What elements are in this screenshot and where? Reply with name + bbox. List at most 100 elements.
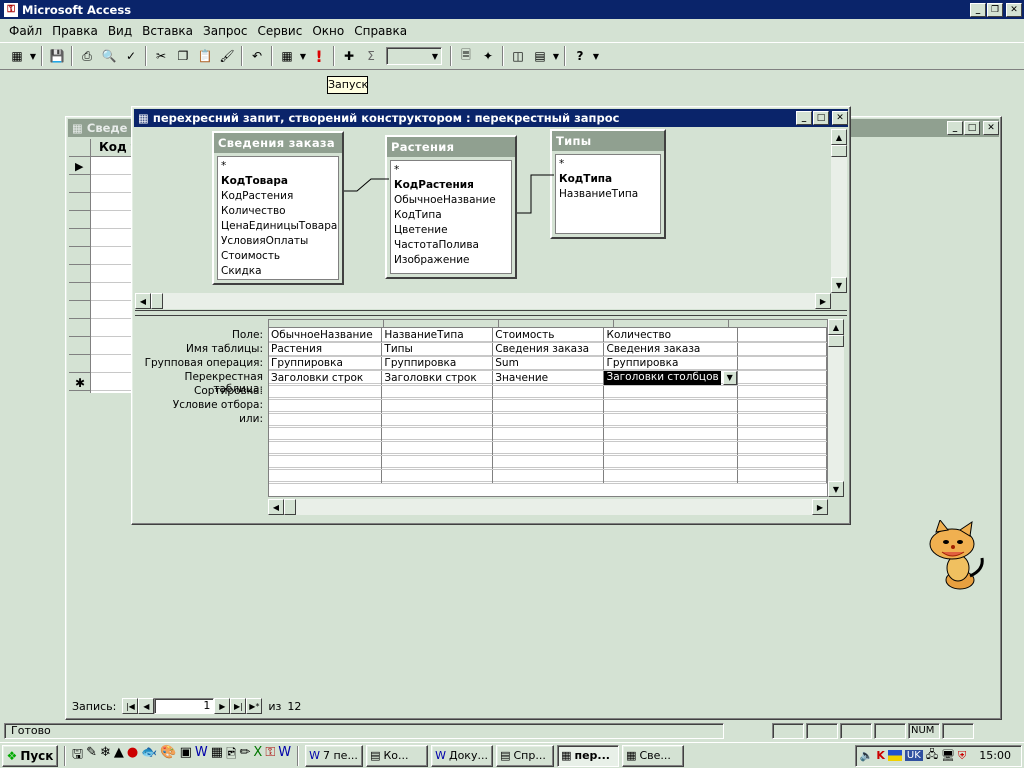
first-record-button[interactable]: |◀ [122,698,139,714]
grid-cell[interactable]: ОбычноеНазвание [269,328,383,343]
image-icon[interactable]: ▣ [180,745,192,767]
grid-cell[interactable]: НазваниеТипа [381,328,494,343]
grid-cell[interactable] [737,427,827,442]
grid-cell[interactable] [269,469,383,484]
circle-icon[interactable]: ● [127,745,138,767]
restore-button[interactable]: ❐ [987,2,1003,17]
desktop-icon[interactable]: 🖫 [72,745,83,767]
format-painter-icon[interactable]: 🖌 [216,45,238,67]
taskbar-item[interactable]: W Доку... [431,744,494,767]
start-button[interactable]: ❖ Пуск [2,744,58,767]
grid-cell[interactable]: Группировка [269,356,383,371]
menu-help[interactable]: Справка [354,24,407,38]
dropdown-arrow-icon[interactable]: ▼ [591,45,601,67]
print-preview-icon[interactable]: 🔍 [98,45,120,67]
scroll-down-icon[interactable]: ▼ [828,481,844,497]
next-record-button[interactable]: ▶ [214,698,231,714]
minimize-button[interactable]: _ [947,121,963,135]
grid-cell[interactable] [737,441,827,456]
scroll-left-icon[interactable]: ◀ [135,293,151,309]
grid-cell[interactable] [269,455,383,470]
query-type-icon[interactable]: ▦ [276,45,298,67]
grid-vscroll[interactable]: ▲ ▼ [828,319,844,497]
grid-cell[interactable] [492,399,605,414]
minimize-button[interactable]: _ [970,2,986,17]
scroll-up-icon[interactable]: ▲ [831,129,847,145]
taskbar-item[interactable]: ▤ Спр... [496,744,555,767]
volume-icon[interactable]: 🔈 [860,749,874,762]
grid-cell[interactable] [492,469,605,484]
view-icon[interactable]: ▦ [6,45,28,67]
new-record-button[interactable]: ▶* [246,698,263,714]
print-icon[interactable]: ⎙ [76,45,98,67]
show-table-icon[interactable]: ✚ [338,45,360,67]
dropdown-arrow-icon[interactable]: ▼ [298,45,308,67]
grid-cell[interactable] [492,413,605,428]
database-window-icon[interactable]: ◫ [507,45,529,67]
grid-cell[interactable] [381,469,494,484]
word-icon[interactable]: W [195,745,208,767]
dropdown-arrow-icon[interactable]: ▼ [28,45,38,67]
cut-icon[interactable]: ✂ [150,45,172,67]
grid-cell[interactable] [381,455,494,470]
pane-splitter[interactable] [135,310,847,316]
grid-cell[interactable]: Сведения заказа [603,342,738,357]
grid-cell[interactable] [603,469,738,484]
crosstab-combo[interactable]: Заголовки столбцов ▼ [603,370,738,386]
grid-cell[interactable] [381,413,494,428]
menu-edit[interactable]: Правка [52,24,98,38]
menu-view[interactable]: Вид [108,24,132,38]
access-icon[interactable]: ⚿ [265,745,275,767]
taskbar-item[interactable]: ▦ Све... [622,744,685,767]
menu-window[interactable]: Окно [312,24,344,38]
close-button[interactable]: ✕ [1006,2,1022,17]
scroll-up-icon[interactable]: ▲ [828,319,844,335]
word-doc-icon[interactable]: W [278,745,291,767]
grid-cell[interactable] [381,441,494,456]
grid-cell[interactable] [269,399,383,414]
grid-cell[interactable]: Группировка [381,356,494,371]
language-indicator[interactable]: UK [904,750,923,761]
grid-cell[interactable] [737,385,827,400]
run-icon[interactable]: ! [308,45,330,67]
grid-cell[interactable] [492,441,605,456]
grid-cell[interactable] [737,413,827,428]
grid-cell[interactable] [737,328,827,343]
grid-cell[interactable]: Заголовки строк [269,370,383,386]
grid-hscroll[interactable]: ◀ ▶ [268,499,828,515]
paint-icon[interactable]: 🎨 [160,745,176,767]
menu-insert[interactable]: Вставка [142,24,193,38]
scroll-thumb[interactable] [151,293,163,309]
grid-cell[interactable] [603,399,738,414]
grid-cell[interactable]: Количество [603,328,738,343]
grid-cell[interactable] [492,455,605,470]
maximize-button[interactable]: □ [813,111,829,125]
scroll-thumb[interactable] [831,145,847,157]
grid-cell[interactable] [737,342,827,357]
grid-cell[interactable] [737,469,827,484]
properties-icon[interactable]: 🗏 [455,45,477,67]
help-icon[interactable]: ? [569,45,591,67]
crosstab-combo-value[interactable]: Заголовки столбцов [604,370,721,384]
grid-cell[interactable] [269,385,383,400]
monitor-icon[interactable]: 🖥 [941,749,955,762]
publisher-icon[interactable]: 🖻 [226,745,236,767]
copy-icon[interactable]: ❐ [172,45,194,67]
grid-cell[interactable] [737,370,827,386]
dropdown-arrow-icon[interactable]: ▼ [551,45,561,67]
close-button[interactable]: ✕ [832,111,848,125]
undo-icon[interactable]: ↶ [246,45,268,67]
new-object-icon[interactable]: ▤ [529,45,551,67]
network-icon[interactable]: ▦ [211,745,223,767]
grid-cell[interactable] [269,413,383,428]
table-pane-vscroll[interactable]: ▲ ▼ [831,129,847,293]
grid-cell[interactable] [381,427,494,442]
save-icon[interactable]: 💾 [46,45,68,67]
scroll-thumb[interactable] [284,499,296,515]
scroll-right-icon[interactable]: ▶ [812,499,828,515]
snowflake-icon[interactable]: ❄ [100,745,111,767]
grid-cell[interactable]: Сведения заказа [492,342,605,357]
shield-icon[interactable]: ⛨ [958,749,966,763]
grid-cell[interactable]: Растения [269,342,383,357]
previous-record-button[interactable]: ◀ [138,698,155,714]
